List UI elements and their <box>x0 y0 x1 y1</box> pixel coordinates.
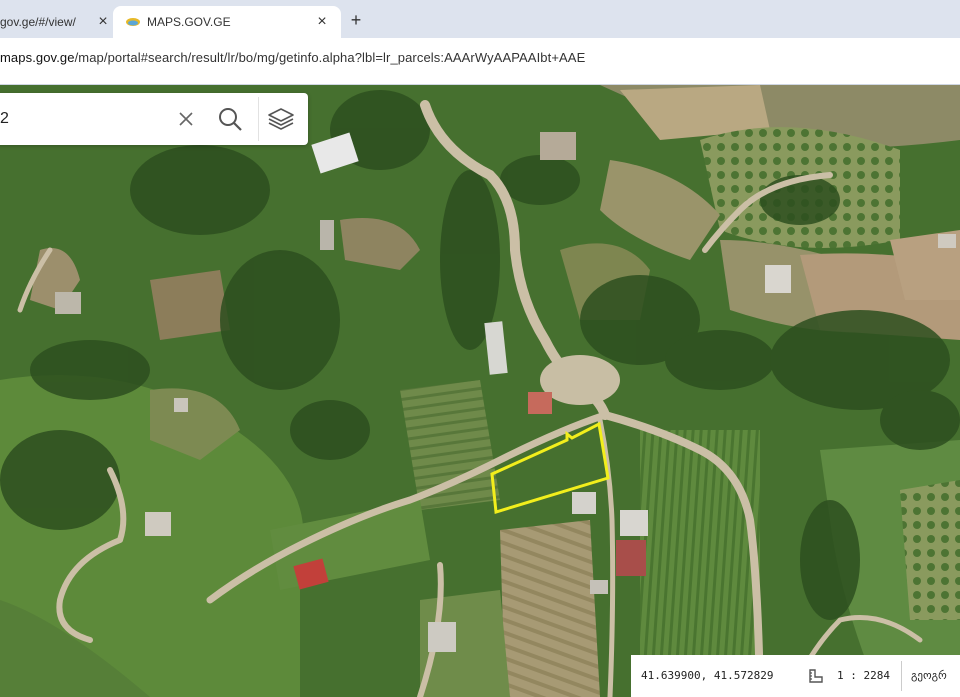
cursor-coordinates: 41.639900, 41.572829 <box>641 669 774 682</box>
satellite-map[interactable] <box>0 85 960 697</box>
layers-icon <box>268 108 294 130</box>
tab-gov-view[interactable]: gov.ge/#/view/ × <box>0 6 122 38</box>
map-status-bar: 41.639900, 41.572829 1 : 2284 გეოგრ <box>631 655 960 697</box>
tab-maps-gov-ge[interactable]: MAPS.GOV.GE × <box>113 6 341 38</box>
tab-title: MAPS.GOV.GE <box>147 15 231 29</box>
tab-strip: gov.ge/#/view/ × MAPS.GOV.GE × + <box>0 0 960 38</box>
search-icon <box>219 108 242 131</box>
url-path: /map/portal#search/result/lr/bo/mg/getin… <box>74 50 586 65</box>
site-favicon-icon <box>125 14 141 30</box>
address-bar[interactable]: maps.gov.ge/map/portal#search/result/lr/… <box>0 50 585 65</box>
close-icon <box>179 112 193 126</box>
search-input[interactable] <box>0 93 160 145</box>
tab-title: gov.ge/#/view/ <box>0 15 76 29</box>
close-icon[interactable]: × <box>92 11 114 33</box>
url-host: maps.gov.ge <box>0 50 75 65</box>
clear-search-button[interactable] <box>168 101 204 137</box>
layers-button[interactable] <box>258 97 303 141</box>
browser-window: gov.ge/#/view/ × MAPS.GOV.GE × + maps.go… <box>0 0 960 697</box>
map-imagery <box>0 85 960 697</box>
new-tab-button[interactable]: + <box>344 8 368 32</box>
search-button[interactable] <box>212 101 248 137</box>
map-scale: 1 : 2284 <box>837 669 890 682</box>
search-panel <box>0 93 308 145</box>
close-icon[interactable]: × <box>311 11 333 33</box>
status-divider <box>901 661 902 691</box>
measure-icon[interactable] <box>807 667 825 685</box>
basemap-switch[interactable]: გეოგრ <box>911 669 947 682</box>
address-toolbar: maps.gov.ge/map/portal#search/result/lr/… <box>0 38 960 85</box>
